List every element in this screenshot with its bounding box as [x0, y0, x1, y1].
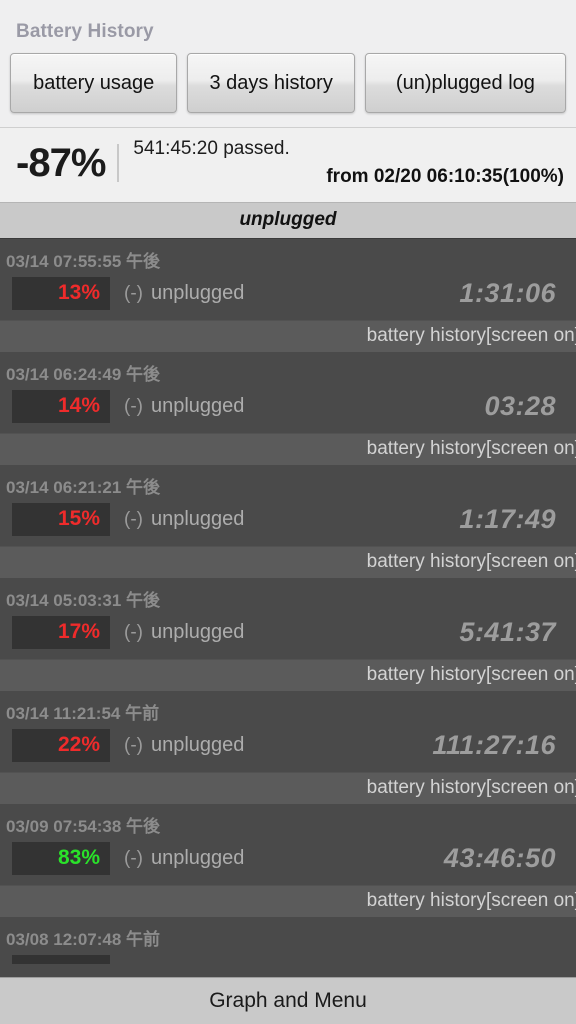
- plug-state-label: unplugged: [150, 847, 245, 869]
- list-item-main: 03/14 06:21:21 午後 15% (-) unplugged 1:17:49: [0, 465, 576, 546]
- battery-percent-badge: [12, 955, 110, 964]
- plug-state-label: unplugged: [150, 395, 245, 417]
- top-panel: Battery History battery usage 3 days his…: [0, 0, 576, 128]
- duration-value: 111:27:16: [432, 730, 556, 760]
- unplugged-log-list[interactable]: 03/14 07:55:55 午後 13% (-) unplugged 1:31:06 b…: [0, 239, 576, 974]
- list-item[interactable]: 03/14 05:03:31 午後 17% (-) unplugged 5:41:37 b…: [0, 578, 576, 691]
- list-item-main: 03/14 06:24:49 午後 14% (-) unplugged 03:28: [0, 352, 576, 433]
- list-item-main: 03/08 12:07:48 午前: [0, 917, 576, 974]
- list-item-body: 22% (-) unplugged 111:27:16: [0, 727, 576, 768]
- list-item-source-label: battery history[screen on]: [366, 664, 576, 685]
- summary-elapsed: 541:45:20 passed.: [133, 138, 290, 159]
- list-item-main: 03/14 07:55:55 午後 13% (-) unplugged 1:31:06: [0, 239, 576, 320]
- list-item-source-label: battery history[screen on]: [366, 890, 576, 911]
- three-days-history-button[interactable]: 3 days history: [187, 53, 355, 113]
- unplugged-log-button[interactable]: (un)plugged log: [364, 53, 567, 113]
- list-item-source-label: battery history[screen on]: [366, 551, 576, 572]
- delta-sign: (-): [124, 282, 143, 304]
- list-item-timestamp: 03/08 12:07:48 午前: [6, 930, 161, 949]
- list-item[interactable]: 03/14 07:55:55 午後 13% (-) unplugged 1:31:06 b…: [0, 239, 576, 352]
- battery-percent-badge: 17%: [12, 616, 110, 649]
- list-item-source: battery history[screen on]: [0, 320, 576, 352]
- section-header-unplugged: unplugged: [0, 202, 576, 239]
- list-item-source: battery history[screen on]: [0, 433, 576, 465]
- list-item-body: 15% (-) unplugged 1:17:49: [0, 501, 576, 542]
- list-item[interactable]: 03/14 06:24:49 午後 14% (-) unplugged 03:28 bat…: [0, 352, 576, 465]
- battery-percent-badge: 13%: [12, 277, 110, 310]
- app-screen: Battery History battery usage 3 days his…: [0, 0, 576, 1024]
- list-item[interactable]: 03/08 12:07:48 午前: [0, 917, 576, 974]
- summary-divider: [117, 144, 120, 182]
- list-item-body: 14% (-) unplugged 03:28: [0, 388, 576, 429]
- battery-percent-badge: 14%: [12, 390, 110, 423]
- list-item-source: battery history[screen on]: [0, 772, 576, 804]
- delta-sign: (-): [124, 847, 143, 869]
- list-item-main: 03/14 05:03:31 午後 17% (-) unplugged 5:41:37: [0, 578, 576, 659]
- graph-and-menu-label: Graph and Menu: [209, 989, 367, 1012]
- list-item-timestamp: 03/14 07:55:55 午後: [6, 252, 161, 271]
- list-item-body: 83% (-) unplugged 43:46:50: [0, 840, 576, 881]
- plug-state-label: unplugged: [150, 282, 245, 304]
- duration-value: 5:41:37: [459, 617, 556, 647]
- summary-panel: -87% 541:45:20 passed. from 02/20 06:10:…: [0, 128, 576, 202]
- list-item-timestamp: 03/14 06:24:49 午後: [6, 365, 161, 384]
- plug-state-label: unplugged: [150, 508, 245, 530]
- duration-value: 1:31:06: [459, 278, 556, 308]
- list-item[interactable]: 03/09 07:54:38 午後 83% (-) unplugged 43:46:50…: [0, 804, 576, 917]
- delta-sign: (-): [124, 395, 143, 417]
- duration-value: 1:17:49: [459, 504, 556, 534]
- list-item-body: 13% (-) unplugged 1:31:06: [0, 275, 576, 316]
- summary-from: from 02/20 06:10:35(100%): [326, 166, 564, 187]
- list-item-main: 03/09 07:54:38 午後 83% (-) unplugged 43:46:50: [0, 804, 576, 885]
- toolbar-button-row: battery usage 3 days history (un)plugged…: [0, 53, 576, 127]
- list-item-source-label: battery history[screen on]: [366, 438, 576, 459]
- list-item-source: battery history[screen on]: [0, 659, 576, 691]
- battery-percent-badge: 83%: [12, 842, 110, 875]
- list-item[interactable]: 03/14 11:21:54 午前 22% (-) unplugged 111:27:1…: [0, 691, 576, 804]
- list-item-source: battery history[screen on]: [0, 546, 576, 578]
- summary-text-block: 541:45:20 passed. from 02/20 06:10:35(10…: [133, 138, 566, 188]
- list-item-main: 03/14 11:21:54 午前 22% (-) unplugged 111:27:1…: [0, 691, 576, 772]
- list-item-source-label: battery history[screen on]: [366, 325, 576, 346]
- plug-state-label: unplugged: [150, 734, 245, 756]
- duration-value: 03:28: [484, 391, 556, 421]
- battery-percent-badge: 22%: [12, 729, 110, 762]
- list-item-source-label: battery history[screen on]: [366, 777, 576, 798]
- delta-sign: (-): [124, 508, 143, 530]
- delta-sign: (-): [124, 621, 143, 643]
- list-item-timestamp: 03/09 07:54:38 午後: [6, 817, 161, 836]
- battery-percent-badge: 15%: [12, 503, 110, 536]
- list-item-source: battery history[screen on]: [0, 885, 576, 917]
- duration-value: 43:46:50: [443, 843, 556, 873]
- list-item-timestamp: 03/14 11:21:54 午前: [6, 704, 160, 723]
- delta-sign: (-): [124, 734, 143, 756]
- plug-state-label: unplugged: [150, 621, 245, 643]
- list-item-timestamp: 03/14 05:03:31 午後: [6, 591, 161, 610]
- graph-and-menu-bar[interactable]: Graph and Menu: [0, 977, 576, 1024]
- summary-percent: -87%: [16, 140, 106, 185]
- list-item[interactable]: 03/14 06:21:21 午後 15% (-) unplugged 1:17:49 b…: [0, 465, 576, 578]
- list-item-body: [0, 953, 576, 970]
- page-title: Battery History: [16, 21, 154, 42]
- battery-usage-button[interactable]: battery usage: [10, 53, 178, 113]
- list-item-timestamp: 03/14 06:21:21 午後: [6, 478, 161, 497]
- list-item-body: 17% (-) unplugged 5:41:37: [0, 614, 576, 655]
